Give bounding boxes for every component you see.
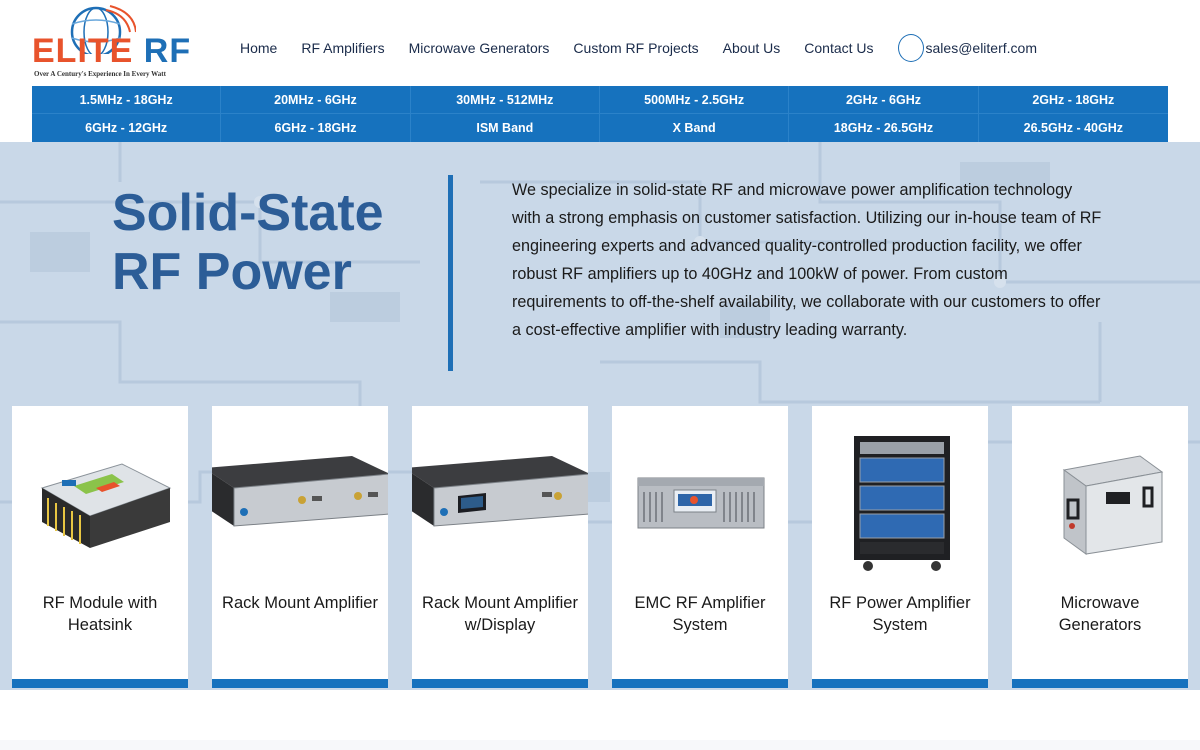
product-card-power-system[interactable]: RF Power Amplifier System [812,406,988,688]
band-link[interactable]: 20MHz - 6GHz [221,86,411,114]
product-card-rack-mount-display[interactable]: Rack Mount Amplifier w/Display [412,406,588,688]
product-card-title: Microwave Generators [1058,594,1142,634]
band-link[interactable]: ISM Band [411,114,600,142]
band-link[interactable]: 2GHz - 18GHz [978,86,1168,114]
product-card-title: Rack Mount Amplifier w/Display [422,594,578,634]
nav-custom-rf-projects[interactable]: Custom RF Projects [573,40,698,56]
band-link[interactable]: 6GHz - 12GHz [32,114,222,142]
emc-amplifier-image [637,477,765,529]
product-card-rack-mount[interactable]: Rack Mount Amplifier [212,406,388,688]
product-card-accent [412,679,588,688]
rack-mount-amplifier-image [212,456,388,527]
nav-contact-us[interactable]: Contact Us [804,40,873,56]
band-link[interactable]: 6GHz - 18GHz [221,114,411,142]
band-link[interactable]: 2GHz - 6GHz [789,86,979,114]
logo-wordmark: ELITE RF [32,34,191,68]
product-card-accent [812,679,988,688]
product-card-title: Rack Mount Amplifier [222,594,378,612]
hero-section: Solid-State RF Power We specialize in so… [0,142,1200,690]
band-link[interactable]: X Band [600,114,790,142]
band-link[interactable]: 1.5MHz - 18GHz [32,86,222,114]
product-card-microwave-generators[interactable]: Microwave Generators [1012,406,1188,688]
logo-word-rf: RF [143,32,192,70]
logo-word-elite: ELITE [32,32,134,70]
product-card-accent [212,679,388,688]
power-amplifier-cabinet-image [854,436,950,571]
email-icon [897,34,924,62]
product-card-emc-system[interactable]: EMC RF Amplifier System [612,406,788,688]
hero-title: Solid-State RF Power [112,184,384,301]
logo-tagline: Over A Century's Experience In Every Wat… [34,70,166,78]
product-card-title: RF Power Amplifier System [829,594,971,634]
hero-description: We specialize in solid-state RF and micr… [512,181,1102,339]
microwave-generator-image [1062,455,1164,555]
nav-home[interactable]: Home [240,40,277,56]
elite-rf-logo[interactable]: ELITE RF Over A Century's Experience In … [32,4,190,82]
site-header: ELITE RF Over A Century's Experience In … [0,0,1200,86]
nav-about-us[interactable]: About Us [723,40,781,56]
nav-microwave-generators[interactable]: Microwave Generators [409,40,550,56]
nav-rf-amplifiers[interactable]: RF Amplifiers [301,40,384,56]
band-link[interactable]: 30MHz - 512MHz [410,86,600,114]
band-link[interactable]: 18GHz - 26.5GHz [789,114,979,142]
product-card-accent [1012,679,1188,688]
frequency-band-menu: 1.5MHz - 18GHz 20MHz - 6GHz 30MHz - 512M… [32,86,1168,142]
rack-mount-display-image [412,456,588,527]
main-nav: Home RF Amplifiers Microwave Generators … [240,34,1037,62]
product-card-rf-module[interactable]: RF Module with Heatsink [12,406,188,688]
hero-divider [448,175,453,371]
product-card-accent [612,679,788,688]
email-link[interactable]: sales@eliterf.com [897,34,1037,62]
band-link[interactable]: 500MHz - 2.5GHz [599,86,790,114]
band-link[interactable]: 26.5GHz - 40GHz [979,114,1168,142]
product-card-title: EMC RF Amplifier System [634,594,766,634]
footer-strip [0,740,1200,750]
product-card-title: RF Module with Heatsink [42,594,158,634]
email-address: sales@eliterf.com [925,40,1037,56]
rf-module-image [40,463,172,548]
product-card-accent [12,679,188,688]
